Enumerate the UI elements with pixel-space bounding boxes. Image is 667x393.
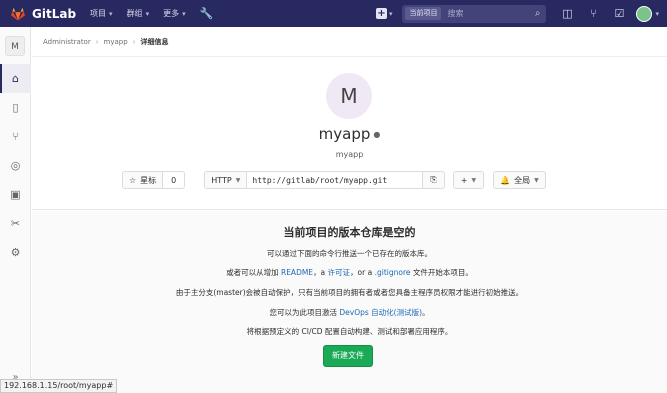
gitlab-tanuki-icon	[11, 6, 25, 21]
auto-devops-link[interactable]: DevOps 自动化(测试版)	[339, 308, 422, 317]
empty-repo-title: 当前项目的版本仓库是空的	[283, 226, 416, 239]
empty-repo-line-5: 将根据预定义的 CI/CD 配置自动构建、测试和部署应用程序。	[246, 327, 453, 336]
chevron-down-icon: ▼	[534, 176, 539, 184]
breadcrumb-separator-icon: ›	[95, 37, 99, 46]
empty-repo-line-2: 或者可以从增加 README，a 许可证，or a .gitignore 文件开…	[32, 267, 667, 278]
top-navbar: GitLab 项目▾ 群组▾ 更多▾ 🔧 +▾ 当前项目 ⌕ ◫ ⑂ ☑ ▾	[0, 0, 667, 27]
project-avatar: M	[326, 73, 372, 119]
empty-repo-line-4: 您可以为此项目激活 DevOps 自动化(测试版)。	[32, 307, 667, 318]
settings-gear-icon: ⚙	[10, 246, 21, 259]
bell-icon: 🔔	[500, 175, 511, 185]
sidebar-item-issues[interactable]: ◎	[0, 151, 31, 180]
nav-groups-label: 群组	[126, 9, 143, 18]
star-button[interactable]: ☆ 星标	[122, 171, 164, 189]
sidebar-item-wiki[interactable]: ▣	[0, 180, 31, 209]
clone-group: HTTP▼ ⎘	[204, 171, 445, 189]
star-group: ☆ 星标 0	[122, 171, 186, 189]
notification-label: 全局	[514, 175, 531, 185]
search-scope-badge[interactable]: 当前项目	[405, 7, 442, 20]
nav-more-label: 更多	[163, 9, 180, 18]
wiki-icon: ▣	[10, 188, 21, 201]
line4-suffix: 。	[422, 308, 430, 317]
clone-protocol-label: HTTP	[211, 175, 232, 185]
copy-url-button[interactable]: ⎘	[423, 171, 445, 189]
line2-prefix: 或者可以从增加	[226, 268, 279, 277]
breadcrumb-current: 详细信息	[140, 37, 169, 46]
merge-request-icon: ⑂	[12, 130, 19, 143]
avatar	[636, 5, 653, 22]
chevron-down-icon: ▼	[471, 176, 477, 184]
readme-link[interactable]: README	[281, 268, 313, 277]
breadcrumb: Administrator › myapp › 详细信息	[32, 27, 667, 57]
project-path: myapp	[335, 150, 364, 159]
chevron-down-icon: ▾	[109, 9, 113, 18]
main-content: Administrator › myapp › 详细信息 M myapp ● my…	[32, 27, 667, 393]
star-count[interactable]: 0	[163, 171, 186, 189]
main-nav-menu: 项目 ▾ 群组 ▾ 更多 ▾	[90, 8, 186, 19]
sidebar-item-snippets[interactable]: ✂	[0, 209, 31, 238]
chevron-down-icon: ▼	[235, 176, 241, 184]
project-title-row: myapp ●	[32, 125, 667, 143]
project-title: myapp	[318, 125, 371, 143]
breadcrumb-project[interactable]: myapp	[104, 38, 128, 46]
chevron-down-icon: ▾	[388, 9, 393, 18]
repository-icon: ▯	[12, 101, 19, 114]
chevron-down-icon: ▾	[182, 9, 186, 18]
nav-more-dropdown[interactable]: 更多 ▾	[163, 8, 186, 19]
clipboard-icon: ⎘	[430, 175, 437, 184]
search-icon: ⌕	[534, 7, 541, 19]
issues-icon: ◎	[10, 159, 21, 172]
gitlab-home-link[interactable]: GitLab	[0, 0, 76, 27]
add-to-tree-dropdown[interactable]: + ▼	[452, 171, 485, 189]
navbar-right: +▾ 当前项目 ⌕ ◫ ⑂ ☑ ▾	[375, 0, 667, 27]
star-icon: ☆	[129, 175, 137, 185]
plus-icon: +	[375, 8, 387, 19]
sidebar-project-avatar[interactable]: M	[5, 36, 25, 56]
gitignore-link[interactable]: .gitignore	[375, 268, 411, 277]
browser-status-url: 192.168.1.15/root/myapp#	[0, 379, 118, 393]
todos-check-icon[interactable]: ☑	[606, 7, 632, 20]
search-box: 当前项目 ⌕	[402, 4, 547, 23]
sidebar-toggle-icon[interactable]: ◫	[554, 7, 580, 20]
chevron-down-icon: ▾	[655, 9, 659, 18]
clone-protocol-dropdown[interactable]: HTTP ▼	[204, 171, 248, 189]
line2-mid: ，a	[313, 268, 326, 277]
line4-prefix: 您可以为此项目激活	[269, 308, 337, 317]
empty-repo-line-3: 由于主分支(master)会被自动保护，只有当前项目的拥有者或者您具备主程序员权…	[175, 288, 524, 297]
nav-projects-dropdown[interactable]: 项目 ▾	[90, 8, 113, 19]
snippets-icon: ✂	[10, 217, 21, 230]
license-link[interactable]: 许可证	[328, 268, 351, 277]
sidebar-item-repository[interactable]: ▯	[0, 93, 31, 122]
line2-or: ，or a	[350, 268, 373, 277]
project-sidebar: M ⌂ ▯ ⑂ ◎ ▣ ✂ ⚙ »	[0, 27, 31, 393]
breadcrumb-administrator[interactable]: Administrator	[43, 38, 91, 46]
search-input[interactable]	[447, 9, 528, 18]
brand-name: GitLab	[32, 6, 77, 21]
admin-area-wrench-icon[interactable]: 🔧	[200, 7, 214, 20]
line2-suffix: 文件开始本项目。	[412, 268, 473, 277]
star-label: 星标	[140, 175, 157, 185]
home-icon: ⌂	[12, 72, 19, 85]
project-actions: ☆ 星标 0 HTTP▼ ⎘ +▼ 🔔 全局▼	[122, 171, 546, 189]
sidebar-item-settings[interactable]: ⚙	[0, 238, 31, 267]
breadcrumb-separator-icon: ›	[132, 37, 136, 46]
new-item-dropdown[interactable]: + ▾	[375, 8, 393, 19]
clone-url-input[interactable]	[247, 171, 424, 189]
chevron-down-icon: ▾	[145, 9, 150, 18]
merge-requests-icon[interactable]: ⑂	[580, 7, 606, 20]
notification-dropdown[interactable]: 🔔 全局 ▼	[493, 171, 546, 189]
nav-projects-label: 项目	[90, 9, 107, 18]
empty-repo-line-1: 可以通过下面的命令行推送一个已存在的版本库。	[267, 249, 432, 258]
visibility-lock-icon: ●	[373, 130, 381, 139]
sidebar-item-home[interactable]: ⌂	[0, 64, 31, 93]
plus-icon: +	[460, 175, 468, 185]
nav-groups-dropdown[interactable]: 群组 ▾	[127, 8, 150, 19]
sidebar-item-merge-requests[interactable]: ⑂	[0, 122, 31, 151]
new-file-button[interactable]: 新建文件	[323, 345, 373, 367]
user-avatar-dropdown[interactable]: ▾	[636, 5, 659, 22]
